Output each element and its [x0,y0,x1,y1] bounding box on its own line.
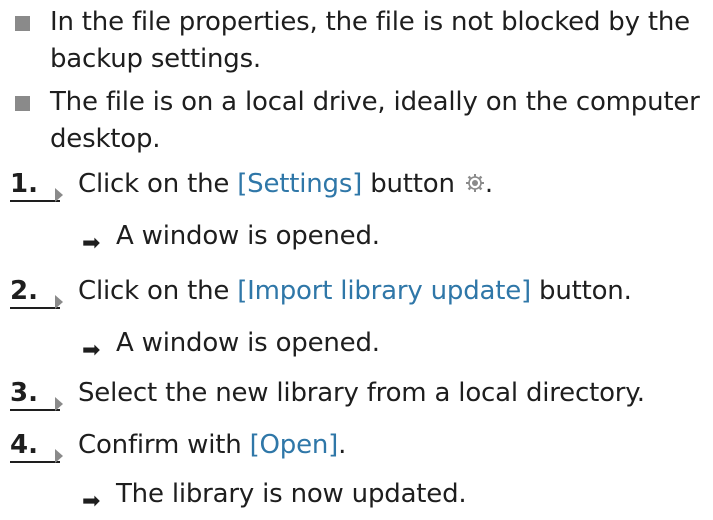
step-number: 2. [10,276,38,306]
step-underline [10,307,60,309]
step-number: 4. [10,430,38,460]
prerequisite-text: The file is on a local drive, ideally on… [50,87,700,154]
step-number: 1. [10,169,38,199]
step-result: ➡ A window is opened. [0,325,713,363]
step-instruction: Click on the [Import library update] but… [78,273,632,310]
step-text-end: . [484,169,493,199]
result-text: A window is opened. [116,221,380,251]
step-4: 4. Confirm with [Open]. [0,427,713,464]
step-underline [10,409,60,411]
prerequisite-text: In the file properties, the file is not … [50,7,690,74]
settings-button-reference: [Settings] [237,169,363,199]
open-button-reference: [Open] [249,430,339,460]
prerequisite-item: In the file properties, the file is not … [0,4,713,78]
result-text: A window is opened. [116,328,380,358]
step-3: 3. Select the new library from a local d… [0,375,713,412]
result-arrow-icon: ➡ [82,231,101,256]
step-underline [10,200,60,202]
step-2: 2. Click on the [Import library update] … [0,273,713,310]
step-pointer-icon [55,449,63,463]
result-arrow-icon: ➡ [82,489,101,514]
result-arrow-icon: ➡ [82,338,101,363]
step-pointer-icon [55,295,63,309]
step-instruction: Select the new library from a local dire… [78,378,645,408]
step-pointer-icon [55,397,63,411]
bullet-marker [15,16,30,31]
step-text-before: Confirm with [78,430,250,460]
step-text-before: Click on the [78,169,238,199]
step-pointer-icon [55,188,63,202]
step-text-after: button [362,169,455,199]
settings-gear-icon [465,173,484,192]
step-1: 1. Click on the [Settings] button . [0,166,713,203]
step-number: 3. [10,378,38,408]
step-text-before: Click on the [78,276,238,306]
result-text: The library is now updated. [116,479,467,509]
step-underline [10,461,60,463]
import-library-update-button-reference: [Import library update] [237,276,531,306]
step-result: ➡ The library is now updated. [0,476,713,514]
prerequisite-item: The file is on a local drive, ideally on… [0,84,713,158]
step-instruction: Confirm with [Open]. [78,427,346,464]
bullet-marker [15,96,30,111]
step-result: ➡ A window is opened. [0,218,713,256]
step-instruction: Click on the [Settings] button . [78,166,493,203]
step-text-after: . [338,430,347,460]
step-text-after: button. [530,276,632,306]
